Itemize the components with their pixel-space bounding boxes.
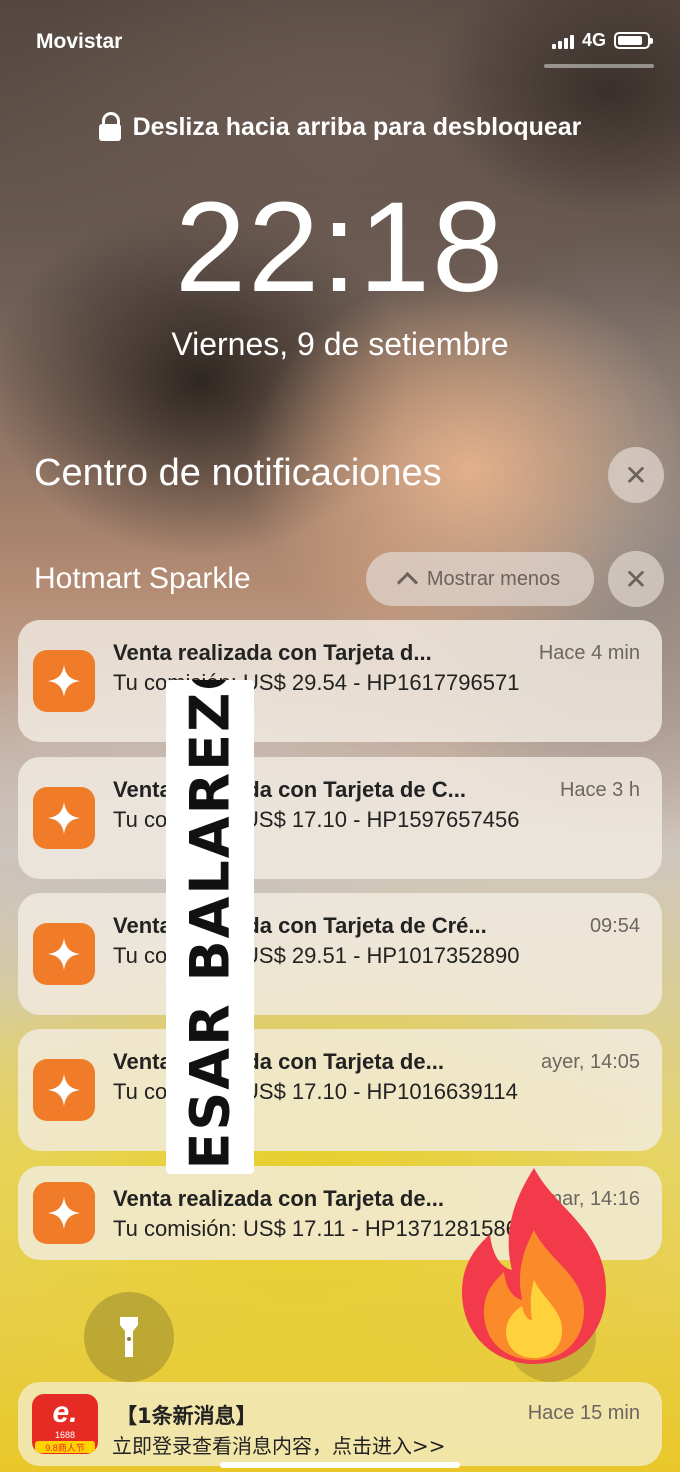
control-center-handle[interactable] [544,64,654,68]
notification-card[interactable]: Venta realizada con Tarjeta de Cré... 09… [18,893,662,1015]
notification-center-title: Centro de notificaciones [34,452,442,494]
app-icon-badge: 9.8商人节 [35,1441,95,1453]
lock-clock: 22:18 [174,176,506,319]
fire-emoji [462,1168,606,1364]
unlock-hint: Desliza hacia arriba para desbloquear [0,112,680,142]
notification-time: 09:54 [589,915,640,937]
notification-time: Hace 15 min [527,1402,640,1424]
notification-title: Venta realizada con Tarjeta de... [113,1186,444,1211]
app-icon-1688: e. 1688 9.8商人节 [32,1394,98,1454]
unlock-hint-text: Desliza hacia arriba para desbloquear [132,112,582,141]
hotmart-app-icon [33,650,95,712]
status-indicators: 4G [551,30,653,51]
sparkle-icon [48,1197,80,1229]
hotmart-app-icon [33,923,95,985]
sparkle-icon [48,938,80,970]
show-less-label: Mostrar menos [426,567,561,590]
close-icon: ✕ [624,563,648,595]
notification-time: Hace 4 min [538,642,640,664]
notification-card[interactable]: Venta realizada con Tarjeta de... ayer, … [18,1029,662,1151]
chevron-up-icon [396,571,418,593]
app-logo-mark: e. [52,1396,78,1429]
notification-card-1688[interactable]: e. 1688 9.8商人节 【1条新消息】 Hace 15 min 立即登录查… [18,1382,662,1466]
signal-icon [551,33,574,49]
notification-time: Hace 3 h [559,779,640,801]
notification-time: ayer, 14:05 [541,1051,640,1073]
status-bar: Movistar 4G [0,0,680,84]
show-less-button[interactable]: Mostrar menos [366,552,594,606]
hotmart-app-icon [33,787,95,849]
group-app-name: Hotmart Sparkle [34,562,251,595]
watermark-label: CESAR BALAREZO [166,680,254,1174]
notification-title: Venta realizada con Tarjeta d... [113,640,432,665]
sparkle-icon [48,665,80,697]
battery-icon [614,32,653,49]
network-type: 4G [581,30,606,50]
sparkle-icon [48,1074,80,1106]
hotmart-app-icon [33,1059,95,1121]
notification-card[interactable]: Venta realizada con Tarjeta d... Hace 4 … [18,620,662,742]
lock-date: Viernes, 9 de setiembre [171,326,509,362]
notification-card[interactable]: Venta realizada con Tarjeta de C... Hace… [18,757,662,879]
flashlight-icon [120,1317,138,1357]
clear-group-button[interactable]: ✕ [608,551,664,607]
app-icon-text: 1688 [54,1430,76,1440]
clear-all-button[interactable]: ✕ [608,447,664,503]
lock-icon [98,112,121,142]
sparkle-icon [48,802,80,834]
home-indicator[interactable] [220,1462,460,1468]
notification-body: 立即登录查看消息内容，点击进入>> [112,1434,446,1458]
flashlight-button[interactable] [84,1292,174,1382]
watermark-text: CESAR BALAREZO [178,680,242,1174]
carrier-name: Movistar [36,30,123,53]
notification-title: 【1条新消息】 [116,1404,257,1428]
close-icon: ✕ [624,459,648,491]
hotmart-app-icon [33,1182,95,1244]
